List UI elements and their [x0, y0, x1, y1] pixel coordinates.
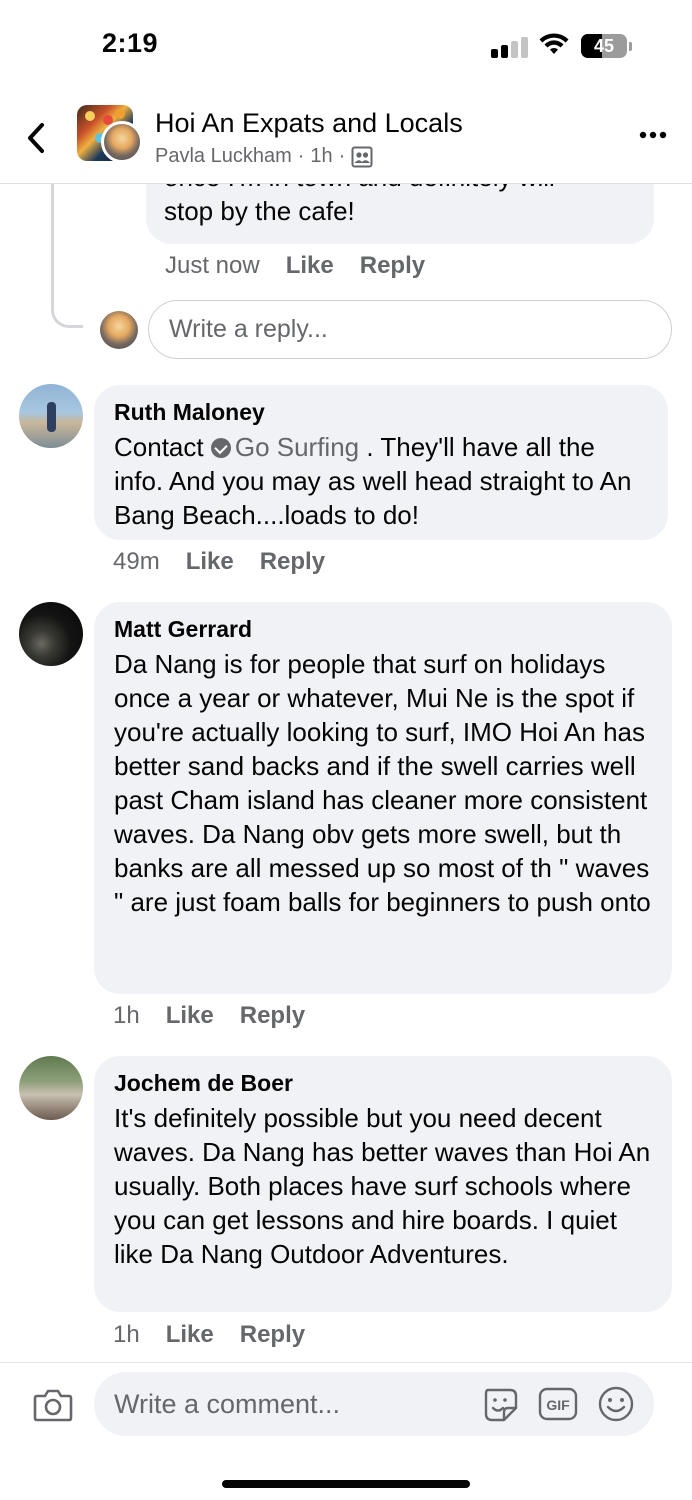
like-button[interactable]: Like: [166, 1002, 214, 1030]
reply-button[interactable]: Reply: [360, 252, 425, 280]
commenter-name[interactable]: Ruth Maloney: [114, 399, 648, 426]
reply-button[interactable]: Reply: [240, 1321, 305, 1349]
comment-bubble: Matt Gerrard Da Nang is for people that …: [94, 602, 672, 994]
poster-name[interactable]: Pavla Luckham: [155, 145, 292, 168]
more-options-icon[interactable]: [638, 125, 668, 145]
current-user-avatar: [100, 311, 138, 349]
comment-input[interactable]: Write a comment... GIF: [94, 1372, 654, 1436]
cellular-signal-icon: [491, 36, 529, 58]
write-reply-input[interactable]: Write a reply...: [148, 300, 672, 359]
avatar[interactable]: [19, 384, 83, 448]
avatar[interactable]: [19, 602, 83, 666]
group-name[interactable]: Hoi An Expats and Locals: [155, 108, 463, 139]
avatar[interactable]: [19, 1056, 83, 1120]
reply-bubble: once I'm in town and definitely will sto…: [146, 184, 654, 244]
status-bar: 2:19 45: [0, 0, 692, 92]
home-indicator[interactable]: [222, 1480, 470, 1488]
like-button[interactable]: Like: [286, 252, 334, 280]
comment-composer: Write a comment... GIF: [0, 1362, 692, 1500]
reply-actions: Just now Like Reply: [165, 252, 451, 280]
comment-text: Contact Go Surfing . They'll have all th…: [114, 430, 648, 532]
post-header: Hoi An Expats and Locals Pavla Luckham ·…: [0, 92, 692, 184]
commenter-name[interactable]: Jochem de Boer: [114, 1070, 652, 1097]
comment-placeholder: Write a comment...: [114, 1389, 341, 1419]
comment-time: 49m: [113, 548, 160, 575]
reply-button[interactable]: Reply: [240, 1002, 305, 1030]
separator-dot: ·: [338, 145, 346, 167]
post-meta: Pavla Luckham · 1h ·: [155, 145, 373, 168]
comment-actions: 1h Like Reply: [113, 1002, 331, 1030]
status-time: 2:19: [102, 28, 159, 58]
comment-time: 1h: [113, 1321, 140, 1348]
comment-bubble: Ruth Maloney Contact Go Surfing . They'l…: [94, 385, 668, 540]
commenter-name[interactable]: Matt Gerrard: [114, 616, 652, 643]
battery-level: 45: [593, 36, 615, 56]
gif-icon[interactable]: GIF: [538, 1386, 578, 1422]
comment-bubble: Jochem de Boer It's definitely possible …: [94, 1056, 672, 1312]
comment-actions: 1h Like Reply: [113, 1321, 331, 1349]
comment-time: 1h: [113, 1002, 140, 1029]
separator-dot: ·: [297, 145, 305, 167]
comment-actions: 49m Like Reply: [113, 548, 351, 576]
sticker-icon[interactable]: [480, 1384, 520, 1424]
emoji-icon[interactable]: [596, 1384, 636, 1424]
comments-feed[interactable]: once I'm in town and definitely will sto…: [0, 184, 692, 1362]
group-members-icon: [351, 146, 373, 167]
wifi-icon: [539, 33, 569, 54]
battery-icon: 45: [581, 34, 627, 58]
reply-text: stop by the cafe!: [164, 196, 355, 226]
gif-label: GIF: [546, 1397, 570, 1413]
verified-page-icon: [210, 438, 231, 458]
back-icon[interactable]: [22, 120, 52, 156]
battery-cap: [629, 42, 632, 51]
like-button[interactable]: Like: [186, 548, 234, 576]
reply-button[interactable]: Reply: [260, 548, 325, 576]
mention-link[interactable]: Go Surfing: [235, 432, 359, 462]
comment-text: It's definitely possible but you need de…: [114, 1103, 651, 1269]
camera-icon[interactable]: [33, 1387, 73, 1423]
poster-avatar[interactable]: [101, 121, 143, 163]
comment-text: Da Nang is for people that surf on holid…: [114, 649, 651, 917]
comment-text-start: Contact: [114, 432, 204, 462]
like-button[interactable]: Like: [166, 1321, 214, 1349]
reply-text-partial: once I'm in town and definitely will: [164, 184, 636, 194]
reply-thread-line: [51, 184, 83, 328]
reply-time: Just now: [165, 252, 260, 279]
post-time: 1h: [310, 145, 333, 167]
